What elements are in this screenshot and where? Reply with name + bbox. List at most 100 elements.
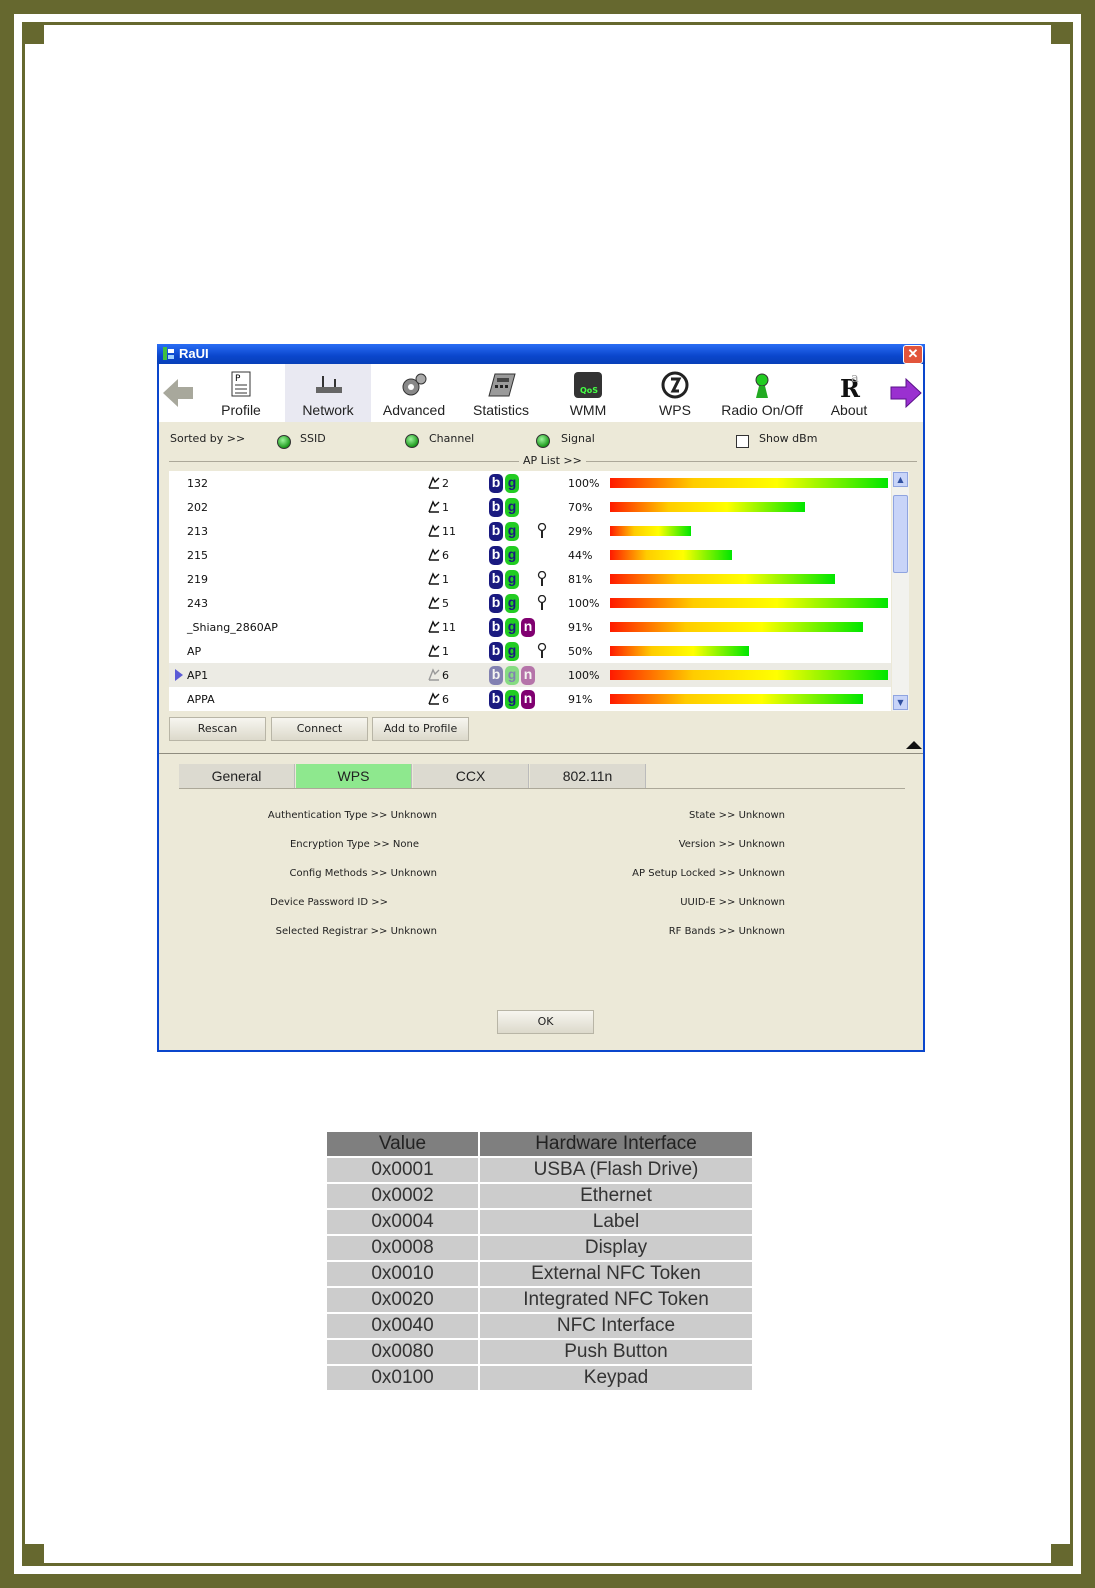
connect-button[interactable]: Connect bbox=[271, 717, 368, 741]
table-row[interactable]: 213 11 b g 29% bbox=[169, 519, 891, 543]
table-row: 0x0010 External NFC Token bbox=[327, 1262, 752, 1286]
toolbar-wmm[interactable]: QoS WMM bbox=[545, 364, 631, 422]
config-methods-value: Config Methods >> Unknown bbox=[289, 868, 437, 879]
auth-type-value: Authentication Type >> Unknown bbox=[267, 810, 437, 821]
signal-bar bbox=[610, 502, 805, 512]
mode-g-icon: g bbox=[505, 618, 519, 637]
show-dbm-label: Show dBm bbox=[759, 432, 818, 445]
table-row[interactable]: AP1 6 b g n 100% bbox=[169, 663, 891, 687]
sort-signal-radio[interactable] bbox=[536, 434, 550, 448]
toolbar-label: WPS bbox=[659, 402, 691, 418]
ap-list-scrollbar[interactable]: ▲ ▼ bbox=[892, 471, 909, 711]
ap-ssid: AP1 bbox=[187, 669, 209, 682]
scroll-up-button[interactable]: ▲ bbox=[893, 472, 908, 487]
signal-bar bbox=[610, 598, 888, 608]
signal-bar bbox=[610, 622, 863, 632]
scroll-thumb[interactable] bbox=[893, 495, 908, 573]
lock-key-icon bbox=[537, 643, 547, 658]
sort-ssid-label: SSID bbox=[300, 432, 326, 445]
add-to-profile-button[interactable]: Add to Profile bbox=[372, 717, 469, 741]
channel-icon bbox=[428, 620, 440, 633]
tab-general[interactable]: General bbox=[179, 764, 295, 788]
mode-b-icon: b bbox=[489, 474, 503, 493]
cell-value: 0x0001 bbox=[327, 1158, 478, 1182]
toolbar-profile[interactable]: P Profile bbox=[198, 364, 284, 422]
cell-hardware-interface: USBA (Flash Drive) bbox=[480, 1158, 752, 1182]
table-row[interactable]: 202 1 b g 70% bbox=[169, 495, 891, 519]
mode-b-icon: b bbox=[489, 522, 503, 541]
close-button[interactable]: ✕ bbox=[903, 345, 923, 364]
mode-g-icon: g bbox=[505, 666, 519, 685]
toolbar-advanced[interactable]: Advanced bbox=[371, 364, 457, 422]
mode-g-icon: g bbox=[505, 570, 519, 589]
cell-value: 0x0020 bbox=[327, 1288, 478, 1312]
signal-bar bbox=[610, 550, 732, 560]
tab-802-11n[interactable]: 802.11n bbox=[530, 764, 646, 788]
sort-signal-label: Signal bbox=[561, 432, 595, 445]
channel-icon bbox=[428, 548, 440, 561]
ap-channel: 11 bbox=[442, 525, 456, 538]
back-arrow-icon[interactable] bbox=[161, 376, 195, 410]
show-dbm-checkbox[interactable] bbox=[736, 435, 749, 448]
wps-icon bbox=[661, 371, 689, 399]
table-row[interactable]: 219 1 b g 81% bbox=[169, 567, 891, 591]
sort-channel-radio[interactable] bbox=[405, 434, 419, 448]
table-row[interactable]: 132 2 b g 100% bbox=[169, 471, 891, 495]
toolbar-radio[interactable]: Radio On/Off bbox=[719, 364, 805, 422]
collapse-arrow-icon[interactable] bbox=[906, 741, 922, 749]
table-row: 0x0040 NFC Interface bbox=[327, 1314, 752, 1338]
ap-list[interactable]: 132 2 b g 100% 202 1 b g 70% 213 11 b g 29% 215 6 b g 44% 21… bbox=[169, 471, 891, 711]
lock-key-icon bbox=[537, 523, 547, 538]
signal-bar bbox=[610, 574, 835, 584]
cell-value: 0x0040 bbox=[327, 1314, 478, 1338]
toolbar-wps[interactable]: WPS bbox=[632, 364, 718, 422]
table-row: 0x0020 Integrated NFC Token bbox=[327, 1288, 752, 1312]
channel-icon bbox=[428, 500, 440, 513]
selected-arrow-icon bbox=[175, 669, 183, 681]
radio-icon bbox=[755, 373, 769, 398]
frame-corner bbox=[22, 22, 44, 44]
advanced-icon bbox=[402, 373, 427, 396]
scroll-down-button[interactable]: ▼ bbox=[893, 695, 908, 710]
sort-ssid-radio[interactable] bbox=[277, 435, 291, 449]
ap-signal-percent: 100% bbox=[568, 597, 600, 610]
frame-inner-right bbox=[1070, 44, 1073, 1544]
channel-icon bbox=[428, 476, 440, 489]
window-title: RaUI bbox=[179, 346, 209, 361]
toolbar-label: Advanced bbox=[382, 402, 446, 418]
table-row[interactable]: AP 1 b g 50% bbox=[169, 639, 891, 663]
tab-wps[interactable]: WPS bbox=[296, 764, 412, 788]
table-row[interactable]: 243 5 b g 100% bbox=[169, 591, 891, 615]
ap-signal-percent: 91% bbox=[568, 621, 593, 634]
tab-ccx[interactable]: CCX bbox=[413, 764, 529, 788]
signal-bar bbox=[610, 526, 691, 536]
cell-hardware-interface: Push Button bbox=[480, 1340, 752, 1364]
table-row: 0x0001 USBA (Flash Drive) bbox=[327, 1158, 752, 1182]
ap-signal-percent: 44% bbox=[568, 549, 593, 562]
channel-icon bbox=[428, 596, 440, 609]
cell-hardware-interface: NFC Interface bbox=[480, 1314, 752, 1338]
encryption-type-value: Encryption Type >> None bbox=[289, 839, 419, 850]
mode-g-icon: g bbox=[505, 522, 519, 541]
channel-icon bbox=[428, 692, 440, 705]
cell-value: 0x0080 bbox=[327, 1340, 478, 1364]
toolbar-network[interactable]: Network bbox=[285, 364, 371, 422]
cell-value: 0x0002 bbox=[327, 1184, 478, 1208]
cell-hardware-interface: Label bbox=[480, 1210, 752, 1234]
forward-arrow-icon[interactable] bbox=[889, 376, 923, 410]
ok-button[interactable]: OK bbox=[497, 1010, 594, 1034]
toolbar-about[interactable]: Ra About bbox=[806, 364, 892, 422]
ap-signal-percent: 50% bbox=[568, 645, 593, 658]
ap-ssid: 213 bbox=[187, 525, 208, 538]
frame-bottom bbox=[0, 1574, 1095, 1588]
table-row[interactable]: _Shiang_2860AP 11 b g n 91% bbox=[169, 615, 891, 639]
toolbar-statistics[interactable]: Statistics bbox=[458, 364, 544, 422]
frame-corner bbox=[1051, 1544, 1073, 1566]
title-bar[interactable]: RaUI ✕ bbox=[157, 344, 925, 364]
mode-b-icon: b bbox=[489, 690, 503, 709]
table-row[interactable]: 215 6 b g 44% bbox=[169, 543, 891, 567]
table-row[interactable]: APPA 6 b g n 91% bbox=[169, 687, 891, 711]
ap-setup-locked-value: AP Setup Locked >> Unknown bbox=[632, 868, 785, 879]
header-hardware-interface: Hardware Interface bbox=[480, 1132, 752, 1156]
rescan-button[interactable]: Rescan bbox=[169, 717, 266, 741]
